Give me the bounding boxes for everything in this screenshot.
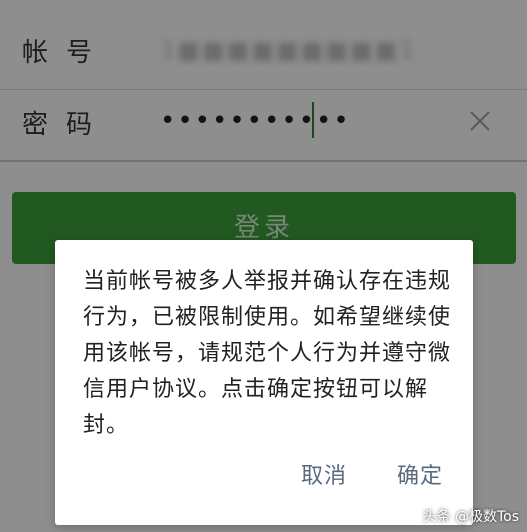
confirm-button[interactable]: 确定 xyxy=(389,454,451,494)
login-screen: 帐号 1■■■■■■■■■1 密码 ••••••••••• 登录 当前帐号被多人… xyxy=(0,0,527,532)
watermark: 头条 @极数Tos xyxy=(422,509,519,525)
dialog-message: 当前帐号被多人举报并确认存在违规行为，已被限制使用。如希望继续使用该帐号，请规范… xyxy=(83,269,452,438)
cancel-button[interactable]: 取消 xyxy=(293,454,355,494)
dialog-actions: 取消 确定 xyxy=(293,454,451,494)
account-restricted-dialog: 当前帐号被多人举报并确认存在违规行为，已被限制使用。如希望继续使用该帐号，请规范… xyxy=(55,240,473,525)
